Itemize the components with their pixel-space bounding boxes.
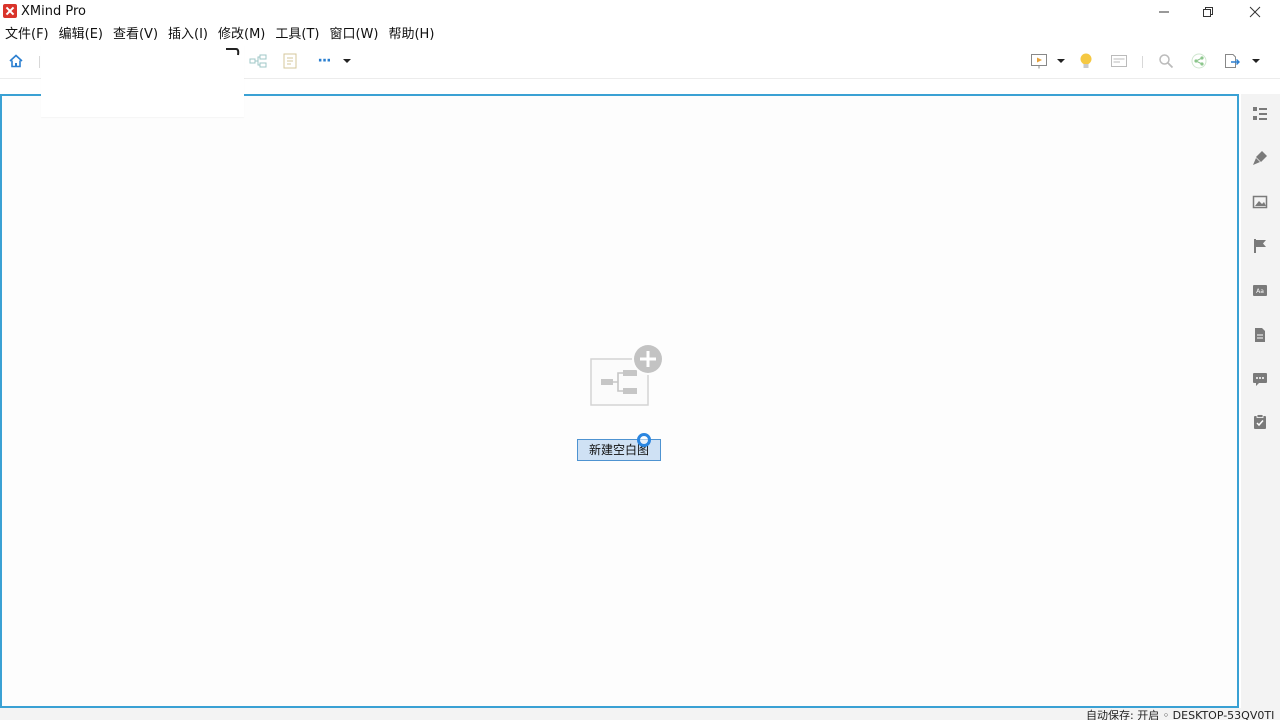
presentation-icon: [1031, 54, 1047, 69]
task-icon: [1254, 414, 1266, 429]
export-button[interactable]: [1222, 51, 1242, 71]
notes-icon: [1255, 328, 1265, 342]
export-icon: [1225, 54, 1240, 68]
close-button[interactable]: [1232, 0, 1278, 24]
home-icon: [9, 54, 23, 68]
svg-text:Aa: Aa: [1256, 288, 1264, 295]
home-button[interactable]: [7, 51, 25, 71]
menu-view[interactable]: 查看(V): [108, 24, 163, 45]
search-button[interactable]: [1157, 51, 1175, 71]
chevron-down-icon: [1057, 59, 1065, 63]
status-bar: 自动保存: 开启 ◦ DESKTOP-53QV0TI: [0, 708, 1280, 720]
sidebar-text-format[interactable]: Aa: [1252, 283, 1268, 299]
menu-help[interactable]: 帮助(H): [383, 24, 439, 45]
chevron-down-icon: [1252, 59, 1260, 63]
more-button[interactable]: ···: [314, 51, 334, 71]
sidebar-markers[interactable]: [1252, 238, 1268, 254]
new-mind-map-icon[interactable]: [590, 341, 666, 407]
toolbar-separator: [39, 56, 40, 68]
window-title: XMind Pro: [21, 4, 86, 19]
sidebar-task[interactable]: [1252, 414, 1268, 430]
autosave-status: 自动保存: 开启 ◦ DESKTOP-53QV0TI: [1086, 709, 1275, 720]
xmind-logo-icon: [3, 4, 17, 18]
close-icon: [1249, 6, 1261, 18]
menu-edit[interactable]: 编辑(E): [54, 24, 108, 45]
restore-icon: [1203, 7, 1213, 17]
text-format-icon: Aa: [1253, 285, 1267, 296]
minimize-icon: [1159, 11, 1169, 13]
comment-icon: [1253, 373, 1267, 386]
restore-button[interactable]: [1185, 0, 1231, 24]
presentation-button[interactable]: [1029, 51, 1049, 71]
more-dropdown[interactable]: [342, 51, 352, 71]
sidebar-notes[interactable]: [1252, 327, 1268, 343]
panel-icon: [1111, 55, 1127, 67]
search-icon: [1159, 54, 1174, 69]
toolbar-separator: [1142, 56, 1143, 68]
tree-structure-icon: [249, 54, 267, 68]
chevron-down-icon: [343, 59, 351, 63]
sidebar-format[interactable]: [1252, 150, 1268, 166]
menu-tools[interactable]: 工具(T): [270, 24, 324, 45]
minimize-button[interactable]: [1141, 0, 1187, 24]
panel-button[interactable]: [1110, 51, 1128, 71]
note-sheet-icon: [283, 53, 297, 69]
overlay-edge-mark: [226, 48, 240, 56]
note-sheet-button[interactable]: [281, 51, 299, 71]
share-icon: [1191, 53, 1207, 69]
export-dropdown[interactable]: [1251, 51, 1261, 71]
mouse-cursor-icon: [637, 433, 651, 447]
menu-window[interactable]: 窗口(W): [324, 24, 383, 45]
outline-icon: [1253, 107, 1267, 120]
sidebar-comments[interactable]: [1252, 371, 1268, 387]
sidebar-image[interactable]: [1252, 194, 1268, 210]
menu-bar: 文件(F) 编辑(E) 查看(V) 插入(I) 修改(M) 工具(T) 窗口(W…: [0, 24, 1280, 45]
right-sidebar: [1241, 94, 1280, 708]
brainstorm-button[interactable]: [1077, 51, 1095, 71]
image-icon: [1252, 195, 1268, 209]
sidebar-outline[interactable]: [1252, 106, 1268, 122]
flag-icon: [1254, 239, 1266, 253]
lightbulb-icon: [1080, 53, 1092, 68]
toolbar-popup-overlay: [41, 45, 244, 117]
menu-modify[interactable]: 修改(M): [213, 24, 270, 45]
title-bar: XMind Pro: [0, 0, 1280, 24]
structure-button[interactable]: [249, 51, 267, 71]
share-button[interactable]: [1190, 51, 1208, 71]
format-brush-icon: [1253, 151, 1267, 165]
presentation-dropdown[interactable]: [1056, 51, 1066, 71]
menu-file[interactable]: 文件(F): [0, 24, 54, 45]
menu-insert[interactable]: 插入(I): [163, 24, 213, 45]
